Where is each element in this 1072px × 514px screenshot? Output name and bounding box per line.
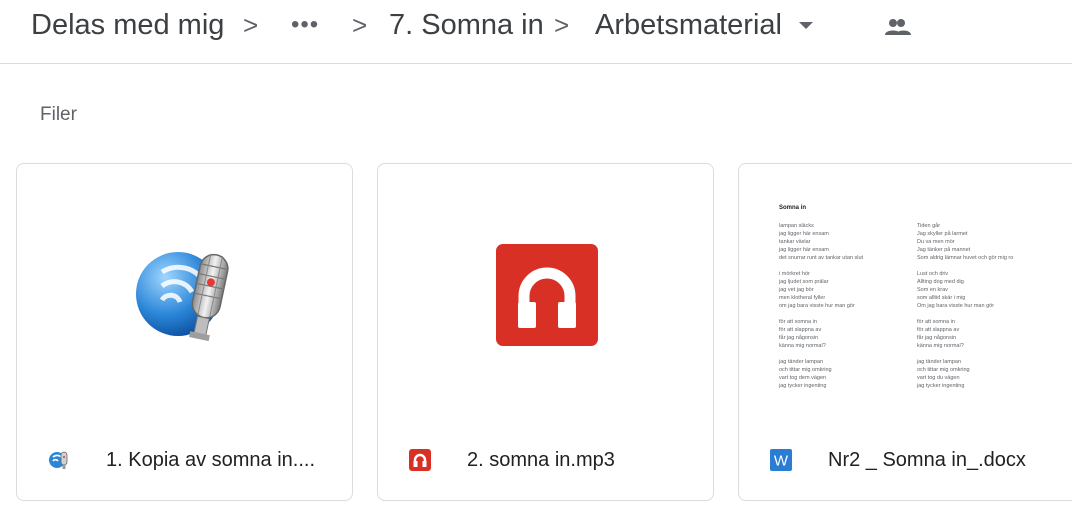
document-preview-line: som alltid skär i mig bbox=[917, 295, 966, 301]
people-icon[interactable] bbox=[884, 17, 912, 42]
document-preview-line: jag tycker ingenting bbox=[917, 383, 965, 389]
document-preview-stanza: jag tänder lampan och tittar mig omkring… bbox=[779, 358, 899, 390]
breadcrumb-current[interactable]: Arbetsmaterial bbox=[595, 7, 782, 43]
svg-text:W: W bbox=[774, 453, 789, 470]
document-preview-line: Jag tänker på mannet bbox=[917, 247, 971, 253]
document-preview-stanza: lampan släcks jag ligger här ensam tanka… bbox=[779, 222, 899, 262]
document-preview-line: lampan släcks bbox=[779, 223, 814, 229]
chevron-down-icon[interactable] bbox=[799, 22, 813, 29]
document-preview-stanza: för att somna in för att slappna av får … bbox=[917, 318, 1037, 350]
word-doc-icon: W bbox=[770, 449, 792, 471]
file-card[interactable]: Somna in lampan släcks jag ligger här en… bbox=[738, 163, 1072, 501]
document-preview-line: Du va men mör bbox=[917, 239, 955, 245]
document-preview-line: det snurrar runt av tankar utan slut bbox=[779, 255, 864, 261]
header-bar: Delas med mig > ••• > 7. Somna in > Arbe… bbox=[0, 0, 1072, 64]
document-preview-line: jag ligger här ensam bbox=[779, 231, 829, 237]
headphones-icon bbox=[496, 244, 598, 351]
document-preview-line: Som en krav bbox=[917, 287, 948, 293]
document-preview-line: för att somna in bbox=[779, 319, 817, 325]
document-preview-line: Tiden går bbox=[917, 223, 941, 229]
document-preview-line: Som aldrig lämnar huvet och gör mig ro bbox=[917, 255, 1014, 261]
document-preview-line: Lust och driv bbox=[917, 271, 949, 277]
file-card[interactable]: 2. somna in.mp3 bbox=[377, 163, 714, 501]
document-preview-line: i mörkret hör bbox=[779, 271, 810, 277]
document-preview-line: Om jag bara visste hur man gör bbox=[917, 303, 995, 309]
document-preview-line: Jag skyller på larmet bbox=[917, 231, 968, 237]
document-preview-title: Somna in bbox=[779, 205, 807, 211]
breadcrumb-separator: > bbox=[554, 10, 570, 40]
document-preview-stanza: Tiden går Jag skyller på larmet Du va me… bbox=[917, 222, 1037, 262]
document-preview-line: och tittar mig omkring bbox=[917, 367, 970, 373]
document-preview-line: för att slappna av bbox=[917, 327, 960, 333]
file-name: Nr2 _ Somna in_.docx bbox=[828, 449, 1026, 471]
document-preview-line: känna mig normal? bbox=[779, 343, 826, 349]
breadcrumb-separator: > bbox=[352, 10, 368, 40]
audio-recorder-icon bbox=[132, 242, 240, 355]
document-preview-column-left: lampan släcks jag ligger här ensam tanka… bbox=[779, 222, 899, 398]
document-preview-line: Allting dog med dig bbox=[917, 279, 964, 285]
document-preview-line: om jag bara visste hur man gör bbox=[779, 303, 855, 309]
document-preview-line: jag tänder lampan bbox=[779, 359, 824, 365]
breadcrumb-root[interactable]: Delas med mig bbox=[31, 7, 224, 43]
audio-recorder-icon bbox=[48, 449, 70, 471]
breadcrumb-ellipsis[interactable]: ••• bbox=[291, 7, 319, 43]
document-preview-line: jag vet jag bör bbox=[779, 287, 814, 293]
document-preview-line: vart tog du vägen bbox=[917, 375, 960, 381]
breadcrumb-folder[interactable]: 7. Somna in bbox=[389, 7, 544, 43]
document-preview-stanza: jag tänder lampan och tittar mig omkring… bbox=[917, 358, 1037, 390]
document-preview-column-right: Tiden går Jag skyller på larmet Du va me… bbox=[917, 222, 1037, 398]
document-preview: Somna in lampan släcks jag ligger här en… bbox=[779, 204, 1039, 404]
document-preview-line: jag ligger här ensam bbox=[779, 247, 829, 253]
document-preview-line: tankar växlar bbox=[779, 239, 811, 245]
document-preview-line: för att slappna av bbox=[779, 327, 822, 333]
document-preview-line: känna mig normal? bbox=[917, 343, 964, 349]
file-name: 1. Kopia av somna in.... bbox=[106, 449, 316, 471]
document-preview-line: jag tänder lampan bbox=[917, 359, 962, 365]
section-title: Filer bbox=[40, 104, 77, 125]
document-preview-line: får jag någonsin bbox=[917, 335, 957, 341]
document-preview-line: men klotheral fyller bbox=[779, 295, 826, 301]
document-preview-line: och tittar mig omkring bbox=[779, 367, 832, 373]
document-preview-line: för att somna in bbox=[917, 319, 955, 325]
document-preview-stanza: i mörkret hör jag ljudet som prälar jag … bbox=[779, 270, 899, 310]
document-preview-stanza: Lust och driv Allting dog med dig Som en… bbox=[917, 270, 1037, 310]
file-name: 2. somna in.mp3 bbox=[467, 449, 615, 471]
document-preview-line: får jag någonsin bbox=[779, 335, 819, 341]
breadcrumb-separator: > bbox=[243, 10, 259, 40]
file-card-footer: 1. Kopia av somna in.... bbox=[17, 426, 352, 500]
file-card-footer: 2. somna in.mp3 bbox=[378, 426, 713, 500]
file-card-footer: W Nr2 _ Somna in_.docx bbox=[739, 426, 1072, 500]
file-card[interactable]: 1. Kopia av somna in.... bbox=[16, 163, 353, 501]
headphones-icon bbox=[409, 449, 431, 471]
document-preview-line: jag ljudet som prälar bbox=[779, 279, 829, 285]
document-preview-line: jag tycker ingenting bbox=[779, 383, 827, 389]
document-preview-stanza: för att somna in för att slappna av får … bbox=[779, 318, 899, 350]
document-preview-line: vart tog dem vägen bbox=[779, 375, 827, 381]
